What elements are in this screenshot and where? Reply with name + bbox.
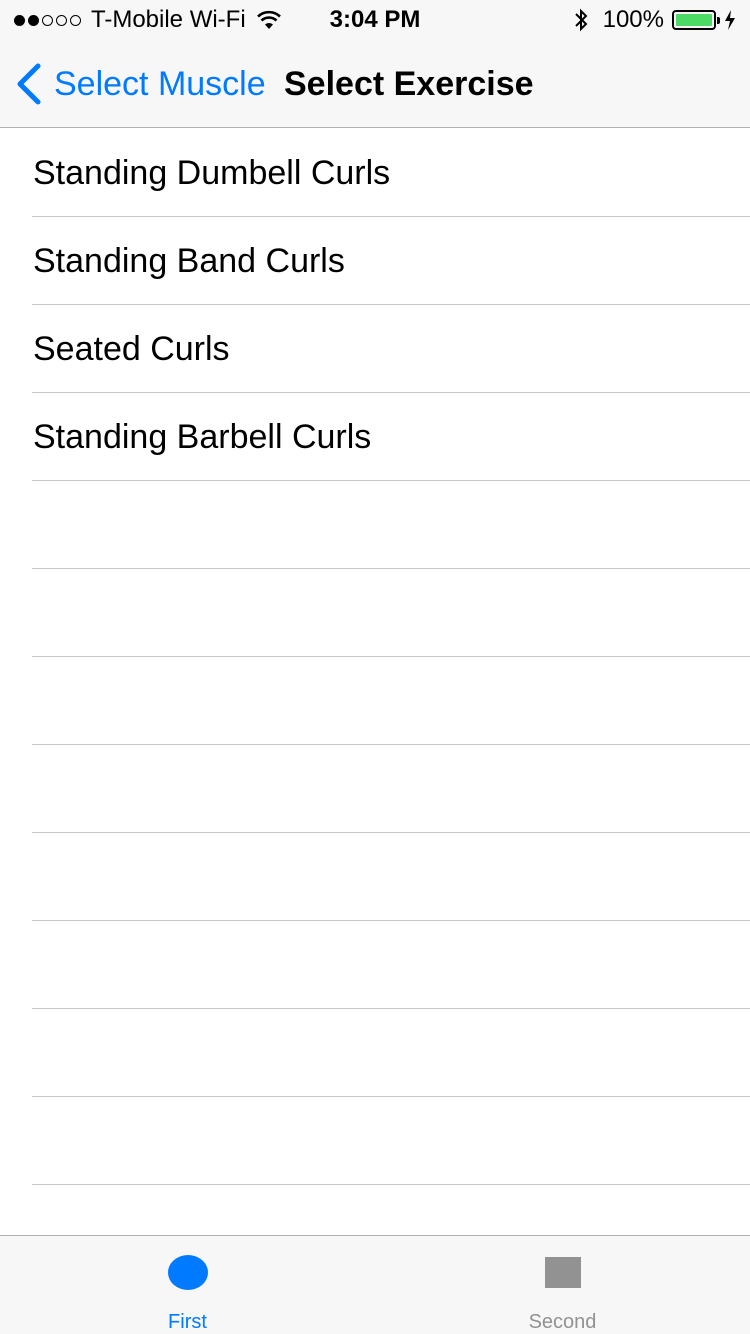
- list-item[interactable]: [0, 1185, 750, 1235]
- list-item[interactable]: [0, 921, 750, 1009]
- tab-label: Second: [528, 1311, 597, 1333]
- list-item[interactable]: [0, 745, 750, 833]
- list-item-label: Seated Curls: [33, 329, 230, 368]
- circle-icon: [167, 1255, 208, 1290]
- list-item[interactable]: [0, 569, 750, 657]
- list-item-label: Standing Barbell Curls: [33, 417, 372, 456]
- status-bar-left: T-Mobile Wi-Fi: [14, 6, 282, 34]
- battery-icon: [672, 10, 720, 30]
- exercise-list: Standing Dumbell Curls Standing Band Curl…: [0, 129, 750, 1235]
- list-item[interactable]: Seated Curls: [0, 305, 750, 393]
- wifi-icon: [256, 10, 281, 29]
- list-item[interactable]: [0, 481, 750, 569]
- bluetooth-icon: [574, 8, 588, 32]
- signal-dot: [70, 14, 81, 26]
- tab-bar: First Second: [0, 1235, 750, 1334]
- list-item[interactable]: Standing Dumbell Curls: [0, 129, 750, 217]
- signal-dot: [14, 14, 25, 26]
- tab-first[interactable]: First: [0, 1236, 375, 1334]
- square-icon: [544, 1257, 581, 1288]
- list-item[interactable]: [0, 1009, 750, 1097]
- battery-percent: 100%: [602, 6, 664, 33]
- back-button-label: Select Muscle: [54, 64, 266, 103]
- signal-dot: [56, 14, 67, 26]
- list-item[interactable]: [0, 833, 750, 921]
- list-item-label: Standing Dumbell Curls: [33, 153, 391, 192]
- status-bar-right: 100%: [573, 6, 736, 34]
- list-item[interactable]: Standing Barbell Curls: [0, 393, 750, 481]
- status-bar: T-Mobile Wi-Fi 3:04 PM 100%: [0, 0, 750, 40]
- carrier-name: T-Mobile Wi-Fi: [91, 6, 246, 33]
- battery-tip: [717, 17, 720, 24]
- page-title: Select Exercise: [284, 65, 534, 103]
- navigation-bar: Select Muscle Select Exercise: [0, 40, 750, 128]
- signal-strength-icon: [14, 14, 81, 26]
- chevron-left-icon: [17, 63, 41, 105]
- tab-label: First: [168, 1311, 207, 1333]
- list-item[interactable]: Standing Band Curls: [0, 217, 750, 305]
- list-item[interactable]: [0, 657, 750, 745]
- list-item[interactable]: [0, 1097, 750, 1185]
- back-button[interactable]: Select Muscle: [14, 62, 266, 106]
- signal-dot: [42, 14, 53, 26]
- tab-second[interactable]: Second: [375, 1236, 750, 1334]
- list-item-label: Standing Band Curls: [33, 241, 345, 280]
- signal-dot: [28, 14, 39, 26]
- charging-bolt-icon: [725, 10, 735, 30]
- battery-level: [676, 14, 712, 26]
